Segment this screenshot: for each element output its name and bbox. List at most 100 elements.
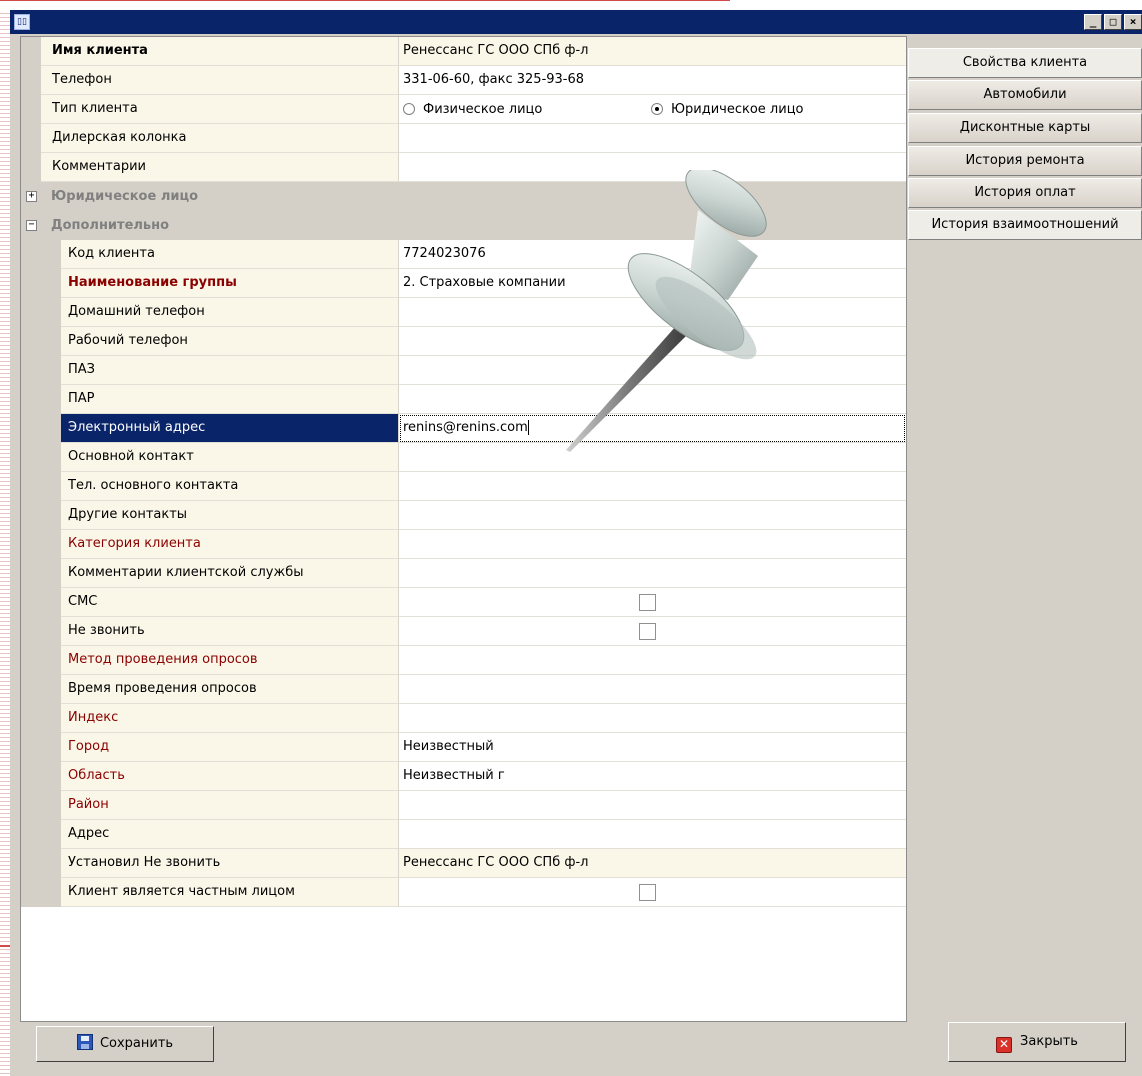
row-gutter (41, 704, 61, 733)
grid-row-city[interactable]: Город Неизвестный (21, 733, 906, 762)
category-label: Дополнительно (51, 218, 170, 233)
grid-row-postal-index[interactable]: Индекс (21, 704, 906, 733)
property-label: Тел. основного контакта (61, 472, 399, 501)
radio-button-checked[interactable] (651, 103, 663, 115)
tab-discount-cards[interactable]: Дисконтные карты (908, 113, 1142, 143)
property-label: Код клиента (61, 240, 399, 269)
row-gutter (41, 849, 61, 878)
service-comments-value[interactable] (399, 559, 906, 588)
grid-row-group-name[interactable]: Наименование группы 2. Страховые компани… (21, 269, 906, 298)
property-label: Комментарии клиентской службы (61, 559, 399, 588)
close-window-button[interactable]: × (1124, 14, 1142, 30)
property-label: Рабочий телефон (61, 327, 399, 356)
page-left-mark (0, 945, 10, 947)
grid-row-client-name[interactable]: Имя клиента Ренессанс ГС ООО СПб ф-л (21, 37, 906, 66)
property-label: Телефон (41, 66, 399, 95)
grid-row-client-code[interactable]: Код клиента 7724023076 (21, 240, 906, 269)
radio-legal-entity[interactable]: Юридическое лицо (651, 102, 804, 117)
grid-row-main-contact-phone[interactable]: Тел. основного контакта (21, 472, 906, 501)
title-bar: ▯▯ _ □ × (10, 10, 1142, 34)
grid-row-sms[interactable]: СМС (21, 588, 906, 617)
grid-row-client-category[interactable]: Категория клиента (21, 530, 906, 559)
do-not-call-checkbox[interactable] (639, 623, 656, 640)
client-code-value[interactable]: 7724023076 (399, 240, 906, 269)
survey-method-value[interactable] (399, 646, 906, 675)
grid-row-client-type[interactable]: Тип клиента Физическое лицо Юридическое … (21, 95, 906, 124)
grid-row-comments[interactable]: Комментарии (21, 153, 906, 182)
grid-row-email[interactable]: Электронный адрес renins@renins.com (21, 414, 906, 443)
category-additional[interactable]: − Дополнительно (21, 211, 906, 240)
do-not-call-setter-value[interactable]: Ренессанс ГС ООО СПб ф-л (399, 849, 906, 878)
radio-individual[interactable]: Физическое лицо (403, 102, 542, 117)
region-value[interactable]: Неизвестный г (399, 762, 906, 791)
survey-time-value[interactable] (399, 675, 906, 704)
grid-row-do-not-call[interactable]: Не звонить (21, 617, 906, 646)
client-name-value[interactable]: Ренессанс ГС ООО СПб ф-л (399, 37, 906, 66)
row-gutter (41, 530, 61, 559)
expand-icon[interactable]: + (26, 191, 37, 202)
home-phone-value[interactable] (399, 298, 906, 327)
other-contacts-value[interactable] (399, 501, 906, 530)
postal-index-value[interactable] (399, 704, 906, 733)
book-icon[interactable]: ▯▯ (14, 14, 30, 30)
minimize-button[interactable]: _ (1084, 14, 1102, 30)
group-name-value[interactable]: 2. Страховые компании (399, 269, 906, 298)
work-phone-value[interactable] (399, 327, 906, 356)
maximize-button[interactable]: □ (1104, 14, 1122, 30)
grid-row-region[interactable]: Область Неизвестный г (21, 762, 906, 791)
client-category-value[interactable] (399, 530, 906, 559)
grid-row-home-phone[interactable]: Домашний телефон (21, 298, 906, 327)
tab-cars[interactable]: Автомобили (908, 80, 1142, 110)
collapse-icon[interactable]: − (26, 220, 37, 231)
main-contact-value[interactable] (399, 443, 906, 472)
radio-label: Физическое лицо (423, 102, 543, 117)
grid-row-paz[interactable]: ПАЗ (21, 356, 906, 385)
email-input[interactable]: renins@renins.com (399, 414, 906, 443)
row-gutter (41, 443, 61, 472)
tab-repair-history[interactable]: История ремонта (908, 146, 1142, 176)
address-value[interactable] (399, 820, 906, 849)
grid-row-survey-time[interactable]: Время проведения опросов (21, 675, 906, 704)
district-value[interactable] (399, 791, 906, 820)
property-label: ПАЗ (61, 356, 399, 385)
category-legal-entity[interactable]: + Юридическое лицо (21, 182, 906, 211)
grid-row-district[interactable]: Район (21, 791, 906, 820)
sms-value (399, 588, 906, 617)
tab-payment-history[interactable]: История оплат (908, 178, 1142, 208)
grid-row-par[interactable]: ПАР (21, 385, 906, 414)
private-person-checkbox[interactable] (639, 884, 656, 901)
sms-checkbox[interactable] (639, 594, 656, 611)
save-button[interactable]: Сохранить (36, 1026, 214, 1062)
dealer-column-value[interactable] (399, 124, 906, 153)
grid-row-work-phone[interactable]: Рабочий телефон (21, 327, 906, 356)
property-label: Город (61, 733, 399, 762)
comments-value[interactable] (399, 153, 906, 182)
row-gutter (41, 675, 61, 704)
grid-row-other-contacts[interactable]: Другие контакты (21, 501, 906, 530)
property-label: Не звонить (61, 617, 399, 646)
grid-row-do-not-call-setter[interactable]: Установил Не звонить Ренессанс ГС ООО СП… (21, 849, 906, 878)
close-button[interactable]: ✕ Закрыть (948, 1022, 1126, 1062)
property-label: Адрес (61, 820, 399, 849)
property-label: Метод проведения опросов (61, 646, 399, 675)
grid-row-survey-method[interactable]: Метод проведения опросов (21, 646, 906, 675)
grid-row-dealer-column[interactable]: Дилерская колонка (21, 124, 906, 153)
main-contact-phone-value[interactable] (399, 472, 906, 501)
phone-value[interactable]: 331-06-60, факс 325-93-68 (399, 66, 906, 95)
grid-row-phone[interactable]: Телефон 331-06-60, факс 325-93-68 (21, 66, 906, 95)
city-value[interactable]: Неизвестный (399, 733, 906, 762)
radio-button[interactable] (403, 103, 415, 115)
text-caret (527, 420, 529, 435)
row-gutter (41, 327, 61, 356)
paz-value[interactable] (399, 356, 906, 385)
tab-client-properties[interactable]: Свойства клиента (908, 48, 1142, 78)
grid-row-private-person[interactable]: Клиент является частным лицом (21, 878, 906, 907)
grid-row-service-comments[interactable]: Комментарии клиентской службы (21, 559, 906, 588)
grid-row-main-contact[interactable]: Основной контакт (21, 443, 906, 472)
par-value[interactable] (399, 385, 906, 414)
property-label: Тип клиента (41, 95, 399, 124)
tab-relationship-history[interactable]: История взаимоотношений (908, 210, 1142, 240)
property-label: Клиент является частным лицом (61, 878, 399, 907)
grid-row-address[interactable]: Адрес (21, 820, 906, 849)
private-person-value (399, 878, 906, 907)
